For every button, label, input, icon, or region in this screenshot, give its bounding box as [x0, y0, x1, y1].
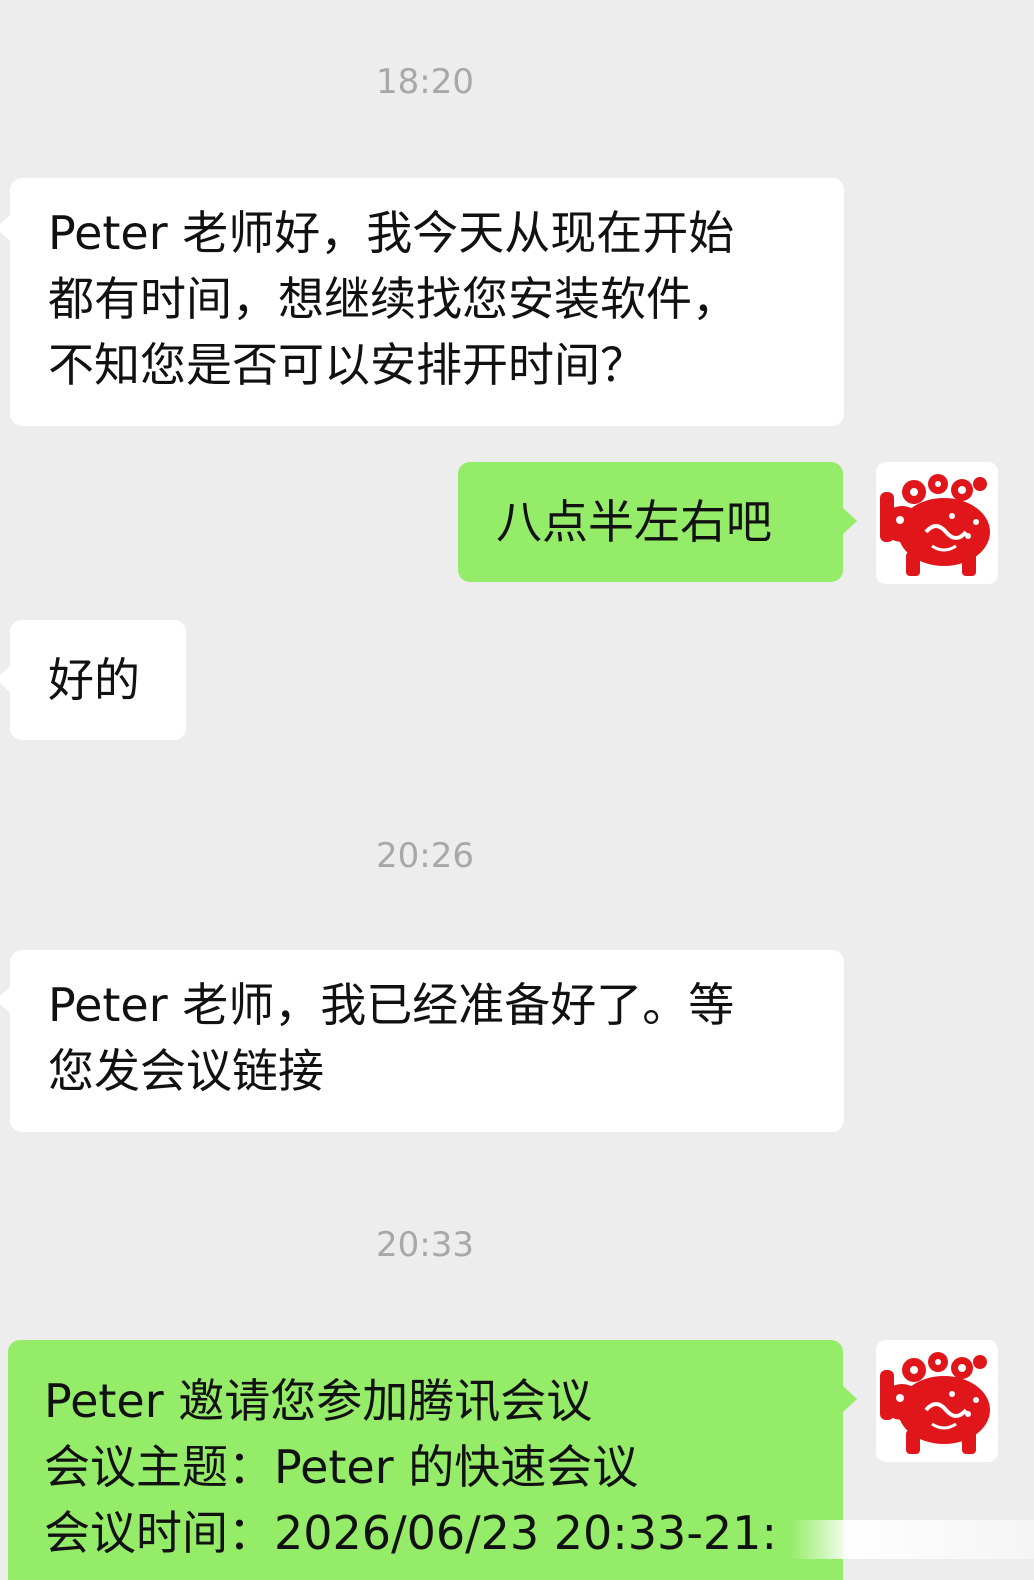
- user-avatar[interactable]: [876, 1340, 998, 1462]
- meeting-topic: 会议主题：Peter 的快速会议: [44, 1440, 639, 1494]
- message-text-line: Peter 老师好，我今天从现在开始: [48, 206, 735, 260]
- outgoing-message-bubble[interactable]: 八点半左右吧: [458, 462, 857, 582]
- paper-cut-pig-avatar-icon: [880, 474, 990, 576]
- timestamp: 20:26: [376, 836, 474, 876]
- bubble-tail: [842, 1385, 857, 1413]
- bubble-tail: [0, 665, 11, 693]
- message-text-line: 都有时间，想继续找您安装软件，: [48, 272, 738, 326]
- incoming-message-bubble[interactable]: Peter 老师好，我今天从现在开始 都有时间，想继续找您安装软件， 不知您是否…: [0, 178, 844, 426]
- meeting-invite-bubble[interactable]: Peter 邀请您参加腾讯会议 会议主题：Peter 的快速会议 会议时间：20…: [8, 1340, 857, 1580]
- paper-cut-pig-avatar-icon: [880, 1352, 990, 1454]
- incoming-message-bubble[interactable]: Peter 老师，我已经准备好了。等 您发会议链接: [0, 950, 844, 1132]
- meeting-time: 会议时间：2026/06/23 20:33-21:: [44, 1506, 777, 1560]
- bubble-tail: [842, 507, 857, 535]
- watermark-overlay: [790, 1520, 1034, 1559]
- bubble-tail: [0, 214, 11, 242]
- meeting-invite-title: Peter 邀请您参加腾讯会议: [44, 1374, 593, 1428]
- message-text-line: 不知您是否可以安排开时间？: [48, 338, 646, 392]
- message-text: 好的: [48, 653, 140, 707]
- bubble-tail: [0, 986, 11, 1014]
- incoming-message-bubble[interactable]: 好的: [0, 620, 186, 740]
- message-text: 八点半左右吧: [496, 495, 772, 549]
- message-text-line: 您发会议链接: [48, 1044, 324, 1098]
- user-avatar[interactable]: [876, 462, 998, 584]
- timestamp: 18:20: [376, 62, 474, 102]
- timestamp: 20:33: [376, 1225, 474, 1265]
- message-text-line: Peter 老师，我已经准备好了。等: [48, 978, 735, 1032]
